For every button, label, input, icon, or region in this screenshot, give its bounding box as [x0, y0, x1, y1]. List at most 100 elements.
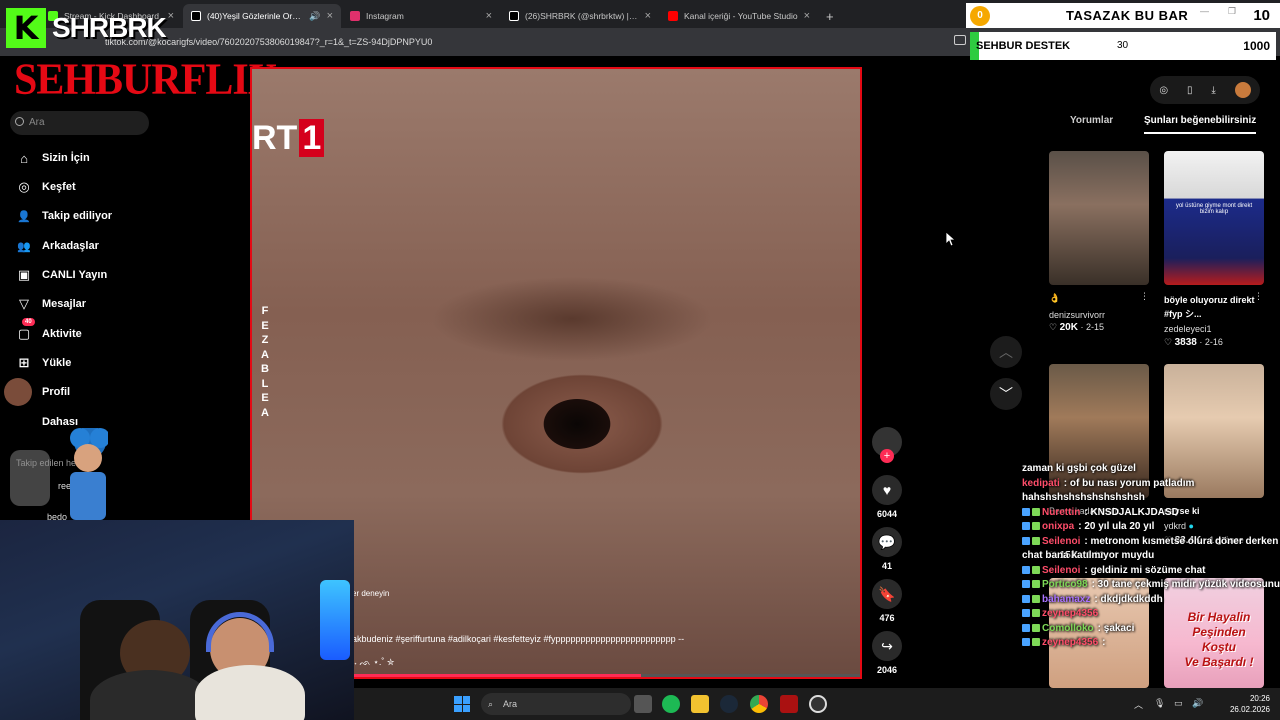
like-button[interactable]: ♥ 6044 — [871, 475, 903, 519]
sidebar-item-explore[interactable]: ◎ Keşfet — [16, 177, 75, 197]
chat-message: Portico98: 30 tane çekmiş midir yüzük vi… — [1022, 578, 1280, 593]
taskbar: ⌕ Ara ︿ 🎙 ▭ 🔊 20:26 26.02.2026 — [354, 688, 1280, 720]
chat-badge-icon — [1022, 609, 1030, 618]
video-thumbnail[interactable]: yol üstüne giyme mont direkt bizim kalıp — [1164, 151, 1264, 285]
file-explorer-icon[interactable] — [691, 695, 709, 713]
video-user[interactable]: zedeleyeci1 — [1164, 324, 1212, 334]
more-icon[interactable]: ⋮ — [1140, 291, 1149, 302]
person — [195, 665, 305, 720]
download-icon[interactable]: ⤓ — [1211, 85, 1215, 96]
compass-icon: ◎ — [18, 179, 30, 194]
close-icon[interactable]: × — [639, 10, 651, 22]
clock[interactable]: 20:26 26.02.2026 — [1230, 693, 1270, 715]
chat-username: zeynep4356 — [1042, 608, 1099, 619]
comment-button[interactable]: 💬 41 — [871, 527, 903, 571]
sidebar-item-label: Arkadaşlar — [42, 240, 99, 252]
chat-text: hahshshshshshshshshsh — [1022, 492, 1145, 503]
next-video-button[interactable]: ﹀ — [990, 378, 1022, 410]
caption-try: er deneyin — [352, 589, 390, 598]
support-current: 30 — [1117, 40, 1129, 51]
sidebar-item-profile[interactable]: Profil — [4, 378, 71, 406]
save-button[interactable]: 🔖 476 — [871, 579, 903, 623]
chat-badge-icon — [1032, 507, 1040, 516]
chat-username: Portico98 — [1042, 579, 1088, 590]
tab-you-may-like[interactable]: Şunları beğenebilirsiniz — [1144, 115, 1257, 134]
restore-icon[interactable]: ❐ — [1228, 6, 1236, 17]
close-icon[interactable]: × — [798, 10, 810, 22]
tab-title: Instagram — [366, 11, 404, 21]
task-view-icon[interactable] — [634, 695, 652, 713]
support-goal: 1000 — [1243, 39, 1270, 53]
new-tab-button[interactable]: + — [818, 4, 840, 28]
like-count: 6044 — [876, 509, 898, 519]
previous-video-button[interactable]: ︿ — [990, 336, 1022, 368]
more-icon[interactable]: ⋮ — [1254, 291, 1263, 302]
sidebar-item-live[interactable]: ▣ CANLI Yayın — [16, 265, 107, 285]
taskbar-search[interactable]: ⌕ Ara — [481, 693, 631, 715]
sidebar-item-following[interactable]: 👤 Takip ediliyor — [16, 206, 112, 226]
chat-badge-icon — [1032, 623, 1040, 632]
sidebar-item-friends[interactable]: 👥 Arkadaşlar — [16, 236, 99, 256]
chat-badge-icon — [1022, 507, 1030, 516]
steam-icon[interactable] — [720, 695, 738, 713]
tab-tiktok-video[interactable]: (40)Yeşil Gözlerinle Ormanla 🔊 × — [183, 4, 341, 28]
clock-date: 26.02.2026 — [1229, 705, 1270, 714]
display-icon[interactable]: ▭ — [1174, 698, 1183, 709]
chat-username: onixpa — [1042, 521, 1075, 532]
search-icon: ⌕ — [488, 699, 494, 709]
tab-instagram[interactable]: Instagram × — [342, 4, 500, 28]
sidebar-item-label: Mesajlar — [42, 298, 87, 310]
chat-message: hahshshshshshshshshsh — [1022, 491, 1280, 506]
speaker-icon[interactable]: 🔊 — [309, 11, 320, 22]
close-icon[interactable]: × — [480, 10, 492, 22]
obs-icon[interactable] — [809, 695, 827, 713]
mic-icon[interactable]: 🎙 — [1154, 698, 1165, 709]
tiktok-icon — [509, 11, 519, 21]
tab-tiktok-profile[interactable]: (26)SHRBRK (@shrbrktw) | TikTo × — [501, 4, 659, 28]
share-button[interactable]: ↪ 2046 — [871, 631, 903, 675]
chat-badge-icon — [1032, 638, 1040, 647]
save-count: 476 — [879, 613, 895, 623]
video-user[interactable]: denizsurvivorr — [1049, 310, 1105, 320]
windows-start-icon[interactable] — [454, 696, 470, 712]
video-stats: ♡ 20K · 2-15 — [1049, 322, 1104, 333]
chat-username: kedipati — [1022, 477, 1060, 489]
volume-icon[interactable]: 🔊 — [1192, 698, 1203, 709]
phone-icon[interactable]: ▯ — [1187, 85, 1193, 96]
video-thumbnail[interactable] — [1049, 151, 1149, 285]
heart-icon: ♥ — [872, 475, 902, 505]
avatar[interactable] — [1234, 82, 1251, 98]
sidebar-item-upload[interactable]: ⊞ Yükle — [16, 353, 72, 373]
comment-icon: 💬 — [872, 527, 902, 557]
chat-badge-icon — [1022, 638, 1030, 647]
sidebar-item-messages[interactable]: ▽ Mesajlar — [16, 294, 86, 314]
compass-icon[interactable]: ◎ — [1159, 85, 1168, 96]
chat-text: : şakaci — [1097, 622, 1135, 634]
minimize-icon[interactable]: — — [1200, 6, 1209, 16]
banner-line: Ve Başardı ! — [1184, 655, 1254, 669]
chat-badge-icon — [1032, 609, 1040, 618]
close-icon[interactable]: × — [321, 10, 333, 22]
follow-button[interactable]: + — [880, 449, 894, 463]
voicemeeter-icon[interactable] — [780, 695, 798, 713]
chat-message: onixpa: 20 yıl ula 20 yıl — [1022, 520, 1280, 535]
youtube-icon — [668, 11, 678, 21]
share-icon: ↪ — [872, 631, 902, 661]
vertical-title-letter: B — [261, 363, 269, 375]
tray-chevron-icon[interactable]: ︿ — [1134, 698, 1143, 711]
chat-badge-icon — [1032, 565, 1040, 574]
right-toolbar: ◎ ▯ ⤓ — [1150, 76, 1260, 104]
chrome-icon[interactable] — [750, 695, 768, 713]
search-input[interactable]: Ara — [10, 111, 149, 135]
tab-youtube-studio[interactable]: Kanal içeriği - YouTube Studio × — [660, 4, 818, 28]
share-count: 2046 — [876, 665, 898, 675]
caption-sound: ˖ ᨒ ⋆.˚ ✮ — [354, 657, 395, 667]
heart-icon: ♡ — [1049, 322, 1060, 332]
spotify-icon[interactable] — [662, 695, 680, 713]
tab-comments[interactable]: Yorumlar — [1070, 115, 1113, 126]
sidebar-item-label: Profil — [42, 386, 71, 398]
chat-text: : dkdjdkdkddh — [1094, 593, 1163, 605]
sidebar-item-for-you[interactable]: ⌂ Sizin İçin — [16, 148, 90, 168]
cast-icon[interactable] — [954, 35, 966, 45]
sidebar-item-activity[interactable]: ▢ 40 Aktivite — [16, 318, 82, 344]
